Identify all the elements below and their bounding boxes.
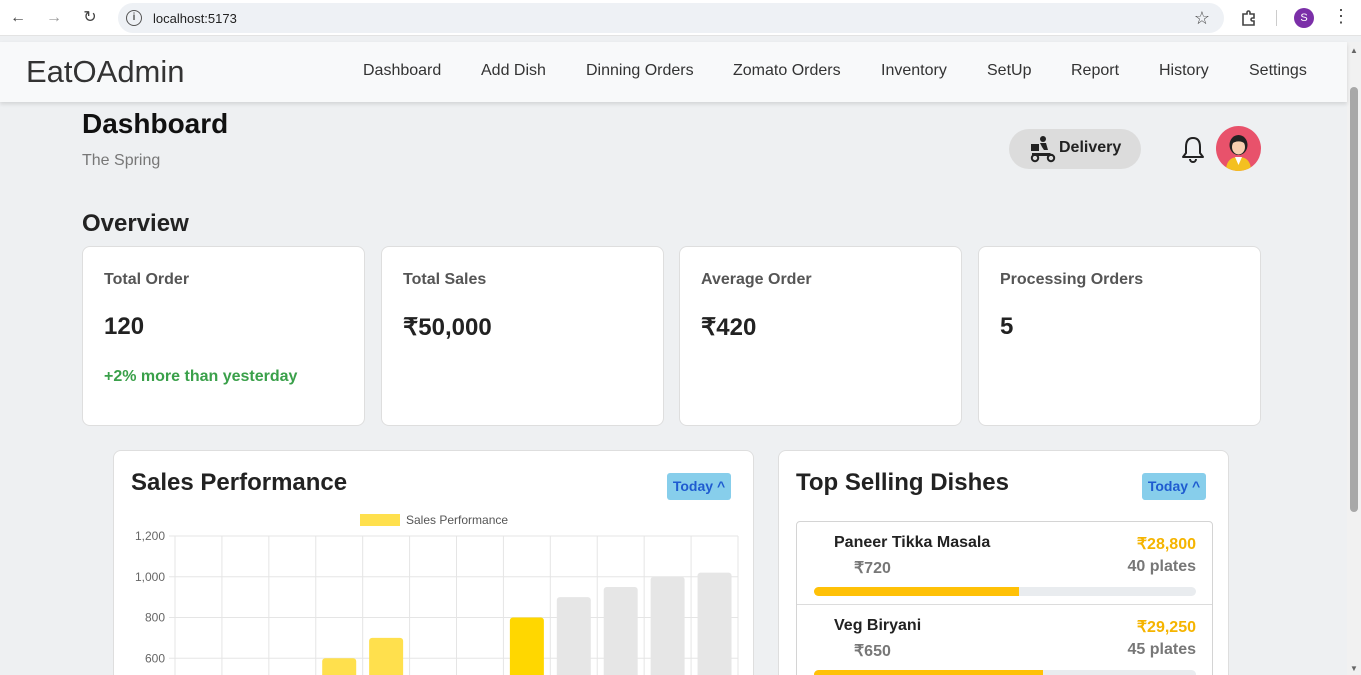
dish-price: ₹720 (854, 560, 891, 577)
sales-bar (369, 637, 404, 675)
list-item[interactable]: Veg Biryani ₹650 ₹29,250 45 plates (797, 605, 1212, 675)
top-selling-title: Top Selling Dishes (796, 469, 1009, 496)
list-item[interactable]: Paneer Tikka Masala ₹720 ₹28,800 40 plat… (797, 522, 1212, 605)
stat-value: ₹50,000 (403, 314, 492, 341)
delivery-label: Delivery (1059, 139, 1122, 156)
stat-title: Processing Orders (1000, 271, 1144, 288)
y-tick-label: 600 (145, 651, 165, 665)
sales-bar (322, 658, 357, 675)
nav-inventory[interactable]: Inventory (881, 62, 947, 80)
page-title: Dashboard (82, 108, 229, 139)
stat-title: Average Order (701, 271, 812, 288)
bookmark-star-icon[interactable]: ☆ (1194, 8, 1210, 29)
scroll-down-icon[interactable]: ▼ (1350, 664, 1358, 673)
y-tick-label: 1,200 (135, 529, 165, 543)
stat-card-total-sales: Total Sales ₹50,000 (381, 246, 664, 426)
delivery-button[interactable]: Delivery (1009, 129, 1141, 169)
dish-progress-fill (814, 587, 1019, 596)
dish-progress-bar (814, 670, 1196, 675)
stat-card-processing-orders: Processing Orders 5 (978, 246, 1261, 426)
nav-dinning-orders[interactable]: Dinning Orders (586, 62, 694, 80)
url-text[interactable]: localhost:5173 (153, 11, 237, 26)
app-navbar: EatOAdmin Dashboard Add Dish Dinning Ord… (0, 42, 1347, 102)
stat-value: ₹420 (701, 314, 757, 341)
sales-bar (603, 586, 638, 675)
delivery-scooter-icon (1030, 136, 1056, 163)
nav-report[interactable]: Report (1071, 62, 1119, 80)
nav-history[interactable]: History (1159, 62, 1209, 80)
nav-zomato-orders[interactable]: Zomato Orders (733, 62, 841, 80)
page-scrollbar[interactable]: ▲ ▼ (1347, 42, 1361, 675)
sales-bar-chart: Sales Performance 1,200 1,000 800 600 (135, 513, 739, 675)
dish-quantity: 40 plates (1127, 558, 1196, 575)
nav-add-dish[interactable]: Add Dish (481, 62, 546, 80)
dish-name: Paneer Tikka Masala (834, 534, 991, 551)
sales-bar (509, 617, 544, 675)
top-selling-period-dropdown[interactable]: Today ^ (1142, 473, 1206, 500)
reload-icon[interactable]: ↻ (80, 8, 100, 28)
nav-dashboard[interactable]: Dashboard (363, 62, 441, 80)
nav-settings[interactable]: Settings (1249, 62, 1307, 80)
stat-value: 5 (1000, 313, 1014, 340)
dish-price: ₹650 (854, 643, 891, 660)
back-icon[interactable]: ← (8, 8, 28, 28)
user-avatar-image (1226, 135, 1251, 171)
stat-title: Total Sales (403, 271, 487, 288)
dish-name: Veg Biryani (834, 617, 922, 634)
user-avatar[interactable] (1216, 126, 1261, 171)
toolbar-divider (1276, 10, 1277, 26)
brand-logo[interactable]: EatOAdmin (26, 54, 185, 90)
stat-card-total-order: Total Order 120 +2% more than yesterday (82, 246, 365, 426)
dish-total: ₹28,800 (1136, 536, 1196, 553)
sales-bar (650, 576, 685, 675)
stat-delta: +2% more than yesterday (104, 368, 298, 385)
nav-setup[interactable]: SetUp (987, 62, 1031, 80)
dish-progress-fill (814, 670, 1044, 675)
dish-total: ₹29,250 (1136, 619, 1196, 636)
sales-performance-panel: Sales Performance Today ^ Sales Performa… (113, 450, 754, 675)
address-bar[interactable]: i localhost:5173 ☆ (118, 3, 1224, 33)
browser-menu-icon[interactable]: ⋮ (1332, 6, 1350, 27)
scroll-up-icon[interactable]: ▲ (1350, 46, 1358, 55)
site-info-icon[interactable]: i (126, 10, 142, 26)
dish-progress-bar (814, 587, 1196, 596)
stat-value: 120 (104, 313, 145, 340)
top-selling-panel: Top Selling Dishes Today ^ Paneer Tikka … (778, 450, 1229, 675)
profile-avatar[interactable]: S (1294, 8, 1314, 28)
extensions-icon[interactable] (1240, 9, 1258, 27)
forward-icon[interactable]: → (44, 8, 64, 28)
top-dishes-list: Paneer Tikka Masala ₹720 ₹28,800 40 plat… (796, 521, 1213, 675)
overview-heading: Overview (82, 210, 189, 237)
legend-label: Sales Performance (406, 513, 508, 527)
stat-card-average-order: Average Order ₹420 (679, 246, 962, 426)
bell-icon[interactable] (1178, 134, 1208, 164)
stat-title: Total Order (104, 271, 190, 288)
browser-toolbar: ← → ↻ i localhost:5173 ☆ S ⋮ (0, 0, 1361, 36)
sales-bar (556, 597, 591, 675)
dish-quantity: 45 plates (1127, 641, 1196, 658)
legend-swatch (360, 514, 400, 526)
y-tick-label: 800 (145, 611, 165, 625)
y-tick-label: 1,000 (135, 570, 165, 584)
restaurant-name: The Spring (82, 152, 161, 169)
scrollbar-thumb[interactable] (1350, 87, 1358, 512)
sales-bar (697, 572, 732, 675)
